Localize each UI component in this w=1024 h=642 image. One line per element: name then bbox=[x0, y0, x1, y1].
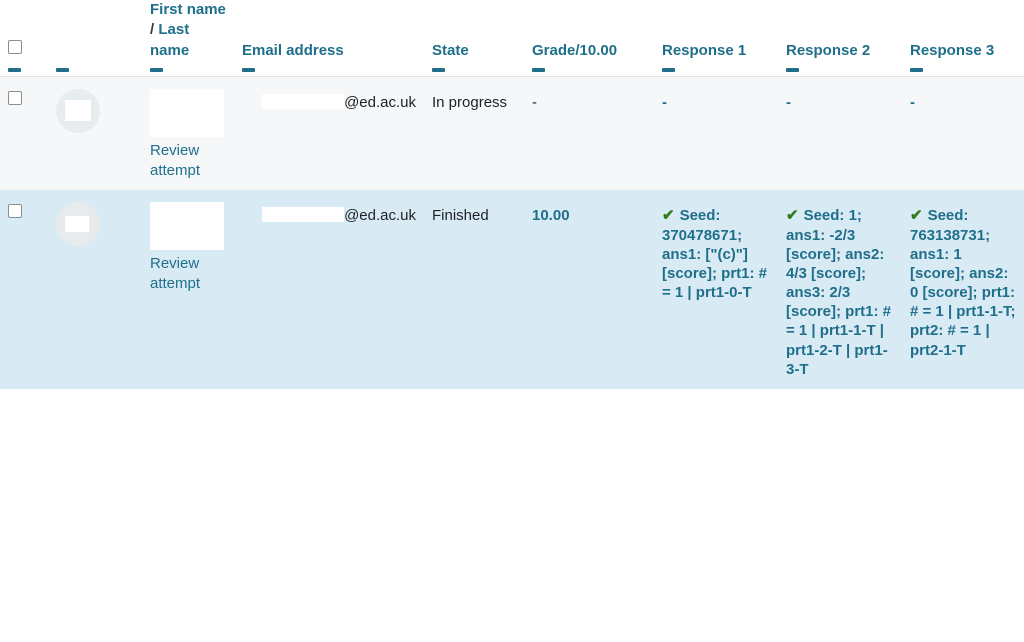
column-header-name: First name / Last name bbox=[142, 0, 234, 77]
table-header: First name / Last name Email address Sta… bbox=[0, 0, 1024, 77]
response-3-link[interactable]: Seed: 763138731; ans1: 1 [score]; ans2: … bbox=[910, 207, 1015, 358]
check-icon: ✔ bbox=[910, 207, 923, 225]
column-link-last-name-2[interactable]: name bbox=[150, 42, 189, 59]
avatar bbox=[56, 88, 100, 133]
redaction-box bbox=[262, 93, 345, 109]
sort-dash-state[interactable] bbox=[432, 67, 516, 72]
response-2-link[interactable]: - bbox=[786, 94, 791, 111]
column-link-response-3-num[interactable]: 3 bbox=[986, 42, 994, 59]
column-link-response-1[interactable]: Response bbox=[662, 42, 734, 59]
column-link-last-name[interactable]: Last bbox=[158, 21, 189, 38]
column-header-grade: Grade/10.00 bbox=[524, 0, 654, 77]
redaction-box bbox=[150, 202, 224, 251]
column-header-response-3: Response 3 bbox=[902, 0, 1024, 77]
column-link-response-2-num[interactable]: 2 bbox=[862, 42, 870, 59]
column-header-select bbox=[0, 0, 48, 77]
response-3-link[interactable]: - bbox=[910, 94, 915, 111]
row-email-cell: @ed.ac.uk bbox=[234, 76, 424, 191]
email-domain: @ed.ac.uk bbox=[344, 207, 416, 225]
row-select-cell bbox=[0, 76, 48, 191]
sort-dash-response-3[interactable] bbox=[910, 67, 1016, 72]
sort-dash-response-2[interactable] bbox=[786, 67, 894, 72]
column-link-first-name[interactable]: First bbox=[150, 1, 183, 18]
row-avatar-cell bbox=[48, 190, 142, 390]
column-header-response-2: Response 2 bbox=[778, 0, 902, 77]
row-name-cell: Review attempt bbox=[142, 190, 234, 390]
row-response-3-cell: - bbox=[902, 76, 1024, 191]
column-link-response-3[interactable]: Response bbox=[910, 42, 982, 59]
sort-dash-name[interactable] bbox=[150, 67, 226, 72]
sort-dash-select[interactable] bbox=[8, 67, 40, 72]
redaction-box bbox=[65, 216, 89, 233]
column-header-picture bbox=[48, 0, 142, 77]
review-attempt-link[interactable]: Review attempt bbox=[150, 141, 226, 181]
column-header-email: Email address bbox=[234, 0, 424, 77]
column-link-first-name-2[interactable]: name bbox=[187, 1, 226, 18]
quiz-attempts-table: First name / Last name Email address Sta… bbox=[0, 0, 1024, 390]
row-select-cell bbox=[0, 190, 48, 390]
response-1-link[interactable]: Seed: 370478671; ans1: ["(c)"] [score]; … bbox=[662, 207, 767, 301]
row-response-2-cell: - bbox=[778, 76, 902, 191]
avatar bbox=[56, 202, 100, 247]
review-attempt-link[interactable]: Review attempt bbox=[150, 254, 226, 294]
response-1-link[interactable]: - bbox=[662, 94, 667, 111]
redaction-box bbox=[150, 88, 224, 137]
column-link-email-address[interactable]: Email address bbox=[242, 42, 344, 59]
row-response-1-cell: - bbox=[654, 76, 778, 191]
check-icon: ✔ bbox=[786, 207, 799, 225]
row-grade-cell: 10.00 bbox=[524, 190, 654, 390]
row-response-1-cell: ✔ Seed: 370478671; ans1: ["(c)"] [score];… bbox=[654, 190, 778, 390]
response-2-link[interactable]: Seed: 1; ans1: -2/3 [score]; ans2: 4/3 [… bbox=[786, 207, 891, 378]
row-checkbox[interactable] bbox=[8, 204, 22, 219]
row-response-2-cell: ✔ Seed: 1; ans1: -2/3 [score]; ans2: 4/3 … bbox=[778, 190, 902, 390]
row-state-cell: In progress bbox=[424, 76, 524, 191]
sort-dash-email[interactable] bbox=[242, 67, 416, 72]
column-header-state: State bbox=[424, 0, 524, 77]
row-avatar-cell bbox=[48, 76, 142, 191]
column-link-state[interactable]: State bbox=[432, 42, 469, 59]
row-email-cell: @ed.ac.uk bbox=[234, 190, 424, 390]
table-row: Review attempt @ed.ac.uk Finished 10.00 … bbox=[0, 190, 1024, 390]
check-icon: ✔ bbox=[662, 207, 675, 225]
sort-dash-response-1[interactable] bbox=[662, 67, 770, 72]
row-grade-cell: - bbox=[524, 76, 654, 191]
table-body: Review attempt @ed.ac.uk In progress - -… bbox=[0, 76, 1024, 390]
email-domain: @ed.ac.uk bbox=[344, 93, 416, 111]
redaction-box bbox=[262, 207, 345, 223]
sort-dash-grade[interactable] bbox=[532, 67, 646, 72]
row-name-cell: Review attempt bbox=[142, 76, 234, 191]
row-response-3-cell: ✔ Seed: 763138731; ans1: 1 [score]; ans2:… bbox=[902, 190, 1024, 390]
grade-value: - bbox=[532, 93, 537, 111]
sort-dash-picture[interactable] bbox=[56, 67, 134, 72]
column-link-grade[interactable]: Grade/10.00 bbox=[532, 42, 617, 59]
column-header-response-1: Response 1 bbox=[654, 0, 778, 77]
column-label-separator: / bbox=[150, 21, 155, 39]
redaction-box bbox=[65, 99, 91, 121]
grade-value[interactable]: 10.00 bbox=[532, 207, 570, 224]
row-state-cell: Finished bbox=[424, 190, 524, 390]
header-row: First name / Last name Email address Sta… bbox=[0, 0, 1024, 77]
select-all-checkbox[interactable] bbox=[8, 39, 22, 54]
column-link-response-1-num[interactable]: 1 bbox=[738, 42, 746, 59]
column-link-response-2[interactable]: Response bbox=[786, 42, 858, 59]
row-checkbox[interactable] bbox=[8, 90, 22, 105]
table-row: Review attempt @ed.ac.uk In progress - -… bbox=[0, 76, 1024, 191]
